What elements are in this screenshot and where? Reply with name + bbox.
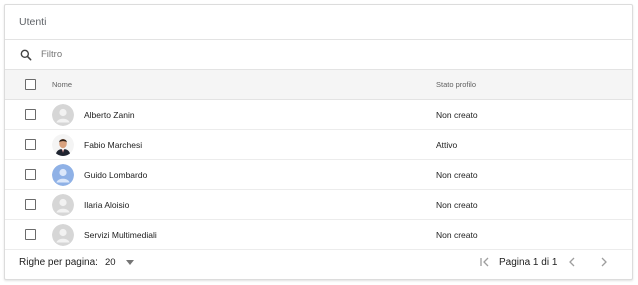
table-row[interactable]: Alberto Zanin Non creato [5, 100, 632, 130]
users-panel: Utenti Nome Stato profilo Alberto Zanin … [4, 4, 633, 280]
avatar [52, 163, 74, 186]
filter-bar [5, 40, 632, 70]
avatar [52, 193, 74, 216]
table-footer: Righe per pagina: 20 Pagina 1 di 1 [5, 245, 632, 279]
row-checkbox[interactable] [25, 139, 36, 150]
profile-status: Attivo [436, 139, 458, 150]
rows-per-page-label: Righe per pagina: [19, 256, 98, 268]
row-checkbox[interactable] [25, 199, 36, 210]
table-body: Alberto Zanin Non creato Fabio Marchesi … [5, 100, 632, 250]
row-checkbox[interactable] [25, 109, 36, 120]
previous-page-icon[interactable] [567, 256, 577, 268]
user-name: Alberto Zanin [84, 109, 135, 120]
search-icon [19, 48, 33, 62]
select-all-checkbox[interactable] [25, 79, 36, 90]
user-name: Guido Lombardo [84, 169, 148, 180]
next-page-icon[interactable] [599, 256, 609, 268]
row-checkbox[interactable] [25, 169, 36, 180]
panel-title: Utenti [5, 5, 632, 40]
first-page-icon[interactable] [479, 256, 491, 268]
user-name: Fabio Marchesi [84, 139, 143, 150]
profile-status: Non creato [436, 199, 478, 210]
table-row[interactable]: Guido Lombardo Non creato [5, 160, 632, 190]
profile-status: Non creato [436, 229, 478, 240]
rows-per-page-select[interactable]: 20 [105, 257, 134, 268]
avatar [52, 103, 74, 126]
row-checkbox[interactable] [25, 229, 36, 240]
profile-status: Non creato [436, 109, 478, 120]
column-header-name[interactable]: Nome [52, 80, 72, 89]
avatar [52, 223, 74, 246]
table-header: Nome Stato profilo [5, 70, 632, 100]
rows-per-page-value: 20 [105, 256, 116, 268]
user-name: Servizi Multimediali [84, 229, 157, 240]
table-row[interactable]: Ilaria Aloisio Non creato [5, 190, 632, 220]
caret-down-icon [125, 259, 134, 265]
column-header-status[interactable]: Stato profilo [436, 80, 476, 89]
user-name: Ilaria Aloisio [84, 199, 130, 210]
filter-input[interactable] [41, 49, 341, 60]
table-row[interactable]: Fabio Marchesi Attivo [5, 130, 632, 160]
avatar [52, 133, 74, 156]
profile-status: Non creato [436, 169, 478, 180]
page-indicator: Pagina 1 di 1 [499, 256, 558, 268]
